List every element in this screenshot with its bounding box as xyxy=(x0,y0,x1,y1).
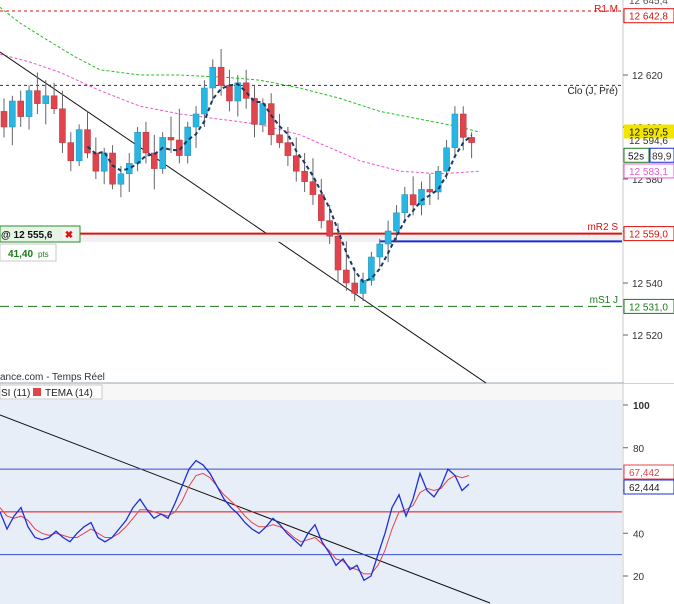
candle-body xyxy=(326,220,333,237)
candle-body xyxy=(117,173,125,185)
candle-body xyxy=(75,129,83,162)
price-tick-label: 12 620 xyxy=(632,71,663,82)
candle-body xyxy=(92,152,100,172)
rsi-axis: 1008060402067,44262,444 xyxy=(623,384,674,604)
candle-body xyxy=(393,212,400,232)
candle-body xyxy=(418,189,425,206)
order-points-box: 41,40 pts xyxy=(0,243,57,262)
price-tick-label: 12 540 xyxy=(632,279,663,290)
candle-body xyxy=(159,137,166,169)
candle-body xyxy=(59,108,66,143)
candle-body xyxy=(318,194,325,221)
rsi-tick-label: 80 xyxy=(633,444,645,455)
candle-body xyxy=(192,113,200,128)
legend-rsi-label: SI (11) xyxy=(1,388,30,399)
price-axis: 12 645,412 62012 60012 58012 56012 54012… xyxy=(623,0,674,383)
candle-body xyxy=(167,137,175,141)
candle-body xyxy=(284,142,292,156)
candle-body xyxy=(309,181,317,195)
candle-body xyxy=(209,66,216,89)
candle-body xyxy=(384,230,392,245)
pivot-label-clo: Clo (J, Pré) xyxy=(567,86,618,97)
candle-body xyxy=(50,95,58,110)
candle-body xyxy=(276,134,283,143)
rsi-tick-label: 100 xyxy=(633,401,650,412)
rsi-tick-label: 20 xyxy=(633,572,645,583)
close-icon[interactable]: ✖ xyxy=(65,230,73,241)
candle-body xyxy=(67,142,75,162)
candle-body xyxy=(9,100,16,128)
order-points-unit: pts xyxy=(38,250,49,259)
price-axis-background xyxy=(624,0,674,383)
indicator-legend: SI (11) TEMA (14) xyxy=(0,384,103,400)
price-label-r1m: 12 642,8 xyxy=(629,12,668,23)
price-label-mr2: 12 559,0 xyxy=(629,230,668,241)
candle-body xyxy=(293,155,300,172)
legend-tema-label: TEMA (14) xyxy=(45,388,93,399)
candle-body xyxy=(109,152,116,185)
candle-body xyxy=(201,87,208,115)
price-tick-label: 12 520 xyxy=(632,331,663,342)
pivot-label-r1m: R1 M xyxy=(594,4,618,15)
candle-body xyxy=(376,243,383,258)
order-points: 41,40 xyxy=(8,249,33,260)
candle-body xyxy=(25,90,33,117)
candle-body xyxy=(17,100,24,117)
rsi-value-label: 67,442 xyxy=(629,468,660,479)
candle-body xyxy=(226,85,233,102)
price-label-ma1: 12 594,6 xyxy=(629,136,668,147)
price-label-ma2: 89,9 xyxy=(652,151,672,162)
price-label-timer: 52s xyxy=(628,151,644,162)
trading-chart[interactable]: R1 M Clo (J, Pré) mR2 S mS1 J @ 12 555,6… xyxy=(0,0,674,604)
candle-body xyxy=(42,95,49,104)
candle-body xyxy=(409,194,417,206)
order-tag[interactable]: @ 12 555,6 ✖ xyxy=(0,225,81,243)
data-source: ance.com - Temps Réel xyxy=(0,372,105,383)
candle-body xyxy=(343,269,350,284)
rsi-value-label: 62,444 xyxy=(629,483,660,494)
candle-body xyxy=(217,66,225,86)
candle-body xyxy=(460,113,467,138)
candle-body xyxy=(468,137,475,143)
candle-body xyxy=(451,113,459,149)
price-label-ma3: 12 583,1 xyxy=(629,167,668,178)
candle-body xyxy=(134,131,141,164)
candle-body xyxy=(259,103,267,125)
candle-body xyxy=(443,147,450,172)
rsi-tick-label: 40 xyxy=(633,529,645,540)
rsi-panel[interactable] xyxy=(0,383,622,604)
legend-tema-swatch xyxy=(33,388,41,396)
candle-body xyxy=(351,282,358,294)
candle-body xyxy=(426,189,434,193)
candle-body xyxy=(334,235,342,271)
candle-body xyxy=(142,131,150,154)
price-label-ms1: 12 531,0 xyxy=(629,302,668,313)
candle-body xyxy=(34,90,41,104)
candle-body xyxy=(151,152,158,169)
candle-body xyxy=(234,82,242,102)
pivot-label-ms1: mS1 J xyxy=(590,295,618,306)
candle-body xyxy=(301,170,308,182)
candle-body xyxy=(401,194,409,214)
price-tick-partial: 12 645,4 xyxy=(629,0,668,7)
pivot-label-mr2: mR2 S xyxy=(587,222,618,233)
order-price: @ 12 555,6 xyxy=(1,230,53,241)
candle-body xyxy=(267,103,275,136)
candle-body xyxy=(0,111,8,128)
